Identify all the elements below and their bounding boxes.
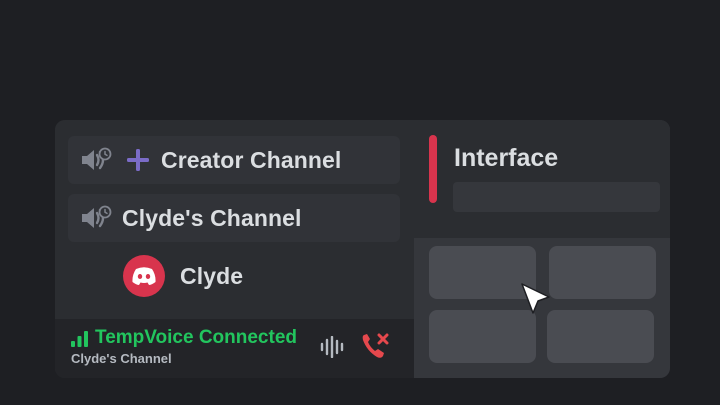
panel-title: Interface bbox=[454, 144, 559, 172]
interface-placeholder-bar bbox=[453, 182, 660, 212]
channel-list: Creator Channel Clyde's Channel Clyde Te… bbox=[55, 120, 414, 378]
hangup-icon[interactable] bbox=[360, 332, 390, 360]
signal-icon bbox=[71, 331, 88, 347]
channel-row-creator[interactable]: Creator Channel bbox=[68, 136, 400, 184]
channel-name: Clyde's Channel bbox=[122, 205, 302, 231]
avatar bbox=[123, 255, 165, 297]
interface-tile[interactable] bbox=[549, 246, 656, 299]
voice-channel-name: Clyde's Channel bbox=[71, 351, 172, 366]
cursor-icon bbox=[521, 283, 550, 314]
speaker-clock-icon bbox=[82, 147, 112, 170]
speaker-clock-icon bbox=[82, 205, 112, 228]
plus-icon bbox=[127, 149, 149, 171]
discord-logo-icon bbox=[132, 267, 156, 285]
interface-tile[interactable] bbox=[429, 310, 536, 363]
voice-status-bar: TempVoice Connected Clyde's Channel bbox=[55, 319, 414, 378]
accent-bar bbox=[429, 135, 437, 203]
interface-header: Interface bbox=[414, 120, 670, 238]
voice-status-text: TempVoice Connected bbox=[95, 327, 297, 348]
channel-card: Creator Channel Clyde's Channel Clyde Te… bbox=[55, 120, 670, 378]
channel-name: Creator Channel bbox=[161, 147, 342, 173]
channel-row-clyde[interactable]: Clyde's Channel bbox=[68, 194, 400, 242]
interface-panel: Interface bbox=[414, 120, 670, 378]
soundwave-icon[interactable] bbox=[319, 336, 347, 358]
member-row-clyde[interactable]: Clyde bbox=[68, 252, 400, 300]
interface-tile[interactable] bbox=[547, 310, 654, 363]
member-name: Clyde bbox=[180, 263, 244, 289]
